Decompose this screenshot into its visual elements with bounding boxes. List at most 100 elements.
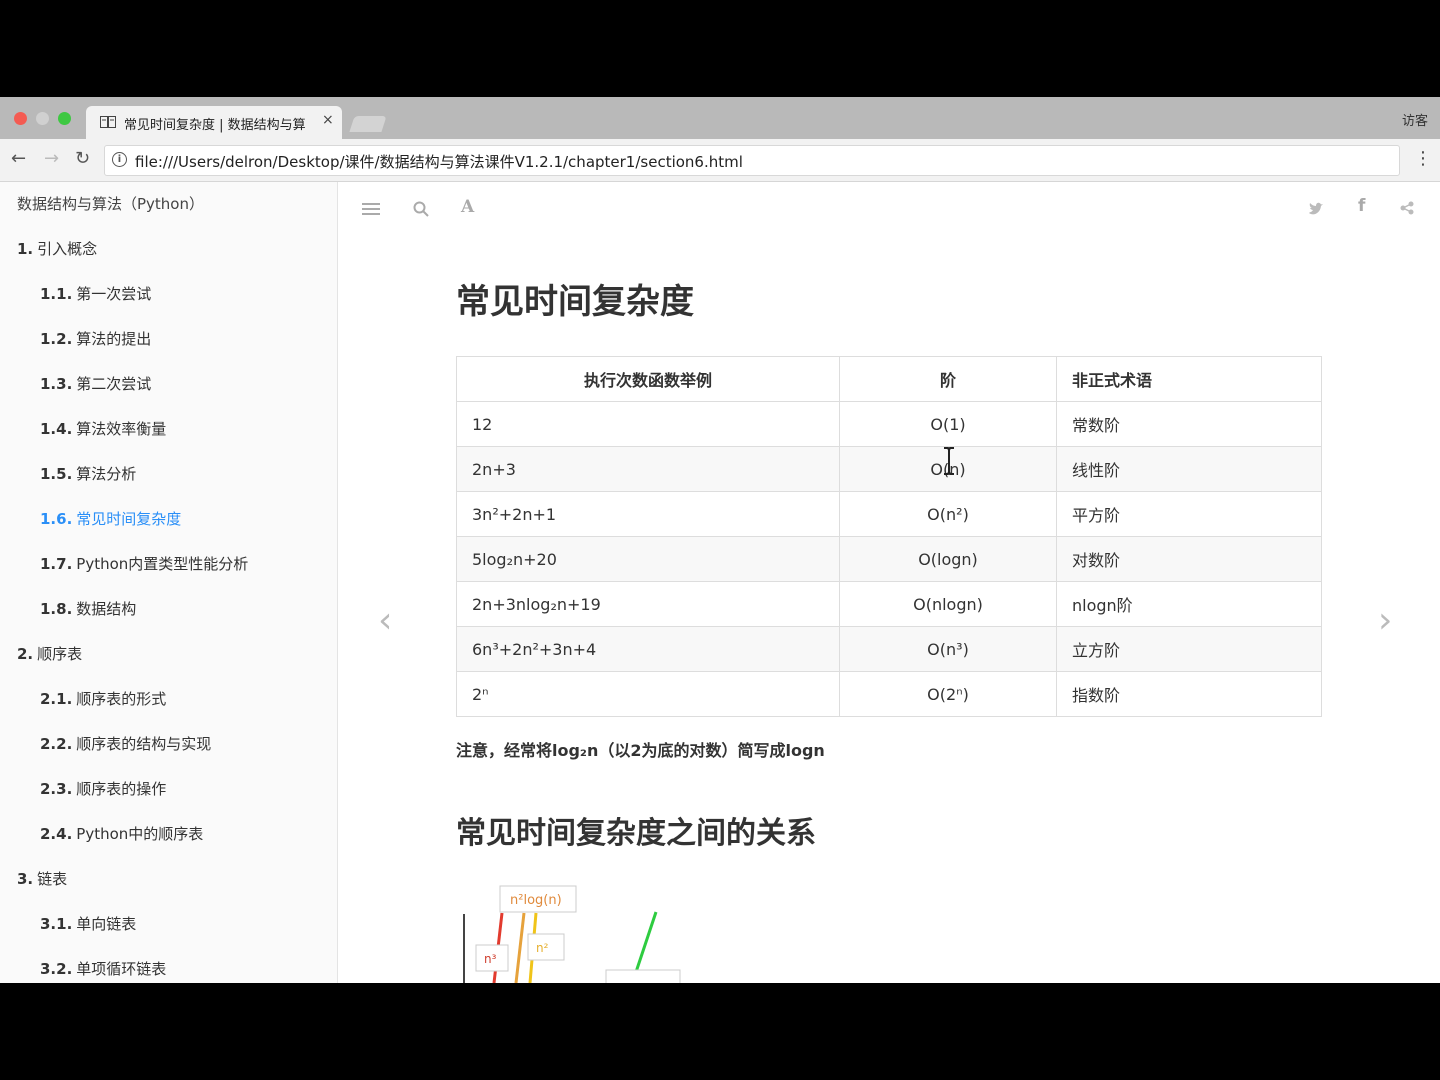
figure-label-n3: n³ — [484, 952, 497, 966]
tab-close-icon[interactable]: × — [322, 112, 334, 128]
toc-item-label: 算法的提出 — [76, 330, 152, 348]
toc-item[interactable]: 2.2. 顺序表的结构与实现 — [40, 733, 211, 754]
text-cursor-icon — [944, 447, 954, 475]
toc-item-label: 常见时间复杂度 — [76, 510, 182, 528]
toc-item-label: 算法效率衡量 — [76, 420, 167, 438]
figure-label-box — [605, 969, 681, 983]
table-cell-example: 2ⁿ — [456, 671, 840, 717]
zoom-window-button[interactable] — [58, 112, 71, 125]
note-text: 注意，经常将log₂n（以2为底的对数）简写成logn — [456, 741, 825, 760]
toc-item-number: 1.3. — [40, 375, 73, 393]
table-row: 2n+3nlog₂n+19 O(nlogn) nlogn阶 — [456, 581, 1322, 627]
facebook-icon[interactable]: f — [1358, 196, 1365, 216]
guest-profile-label[interactable]: 访客 — [1402, 110, 1428, 129]
toc-item[interactable]: 3.1. 单向链表 — [40, 913, 136, 934]
new-tab-button[interactable] — [349, 116, 387, 132]
toc-item-number: 1.4. — [40, 420, 73, 438]
toc-item[interactable]: 1.3. 第二次尝试 — [40, 373, 151, 394]
forward-arrow-icon[interactable]: → — [44, 148, 59, 169]
toc-item-number: 2.1. — [40, 690, 73, 708]
table-cell-example: 2n+3 — [456, 446, 840, 492]
toc-item-label: Python内置类型性能分析 — [76, 555, 249, 573]
table-row: 6n³+2n²+3n+4 O(n³) 立方阶 — [456, 626, 1322, 672]
toc-item-number: 2. — [17, 645, 34, 663]
toc-item[interactable]: 1.6. 常见时间复杂度 — [40, 508, 181, 529]
back-arrow-icon[interactable]: ← — [11, 148, 26, 169]
toc-item[interactable]: 3. 链表 — [17, 868, 67, 889]
table-header-row: 执行次数函数举例 阶 非正式术语 — [456, 356, 1322, 402]
url-text[interactable]: file:///Users/delron/Desktop/课件/数据结构与算法课… — [135, 151, 743, 172]
table-cell-example: 2n+3nlog₂n+19 — [456, 581, 840, 627]
toc-item[interactable]: 3.2. 单项循环链表 — [40, 958, 166, 979]
search-icon[interactable] — [413, 201, 429, 217]
toc-item[interactable]: 1. 引入概念 — [17, 238, 97, 259]
toc-item[interactable]: 1.2. 算法的提出 — [40, 328, 151, 349]
column-header: 非正式术语 — [1056, 356, 1322, 402]
complexity-relation-figure: n²log(n) n³ n² — [463, 885, 681, 983]
previous-page-arrow-icon[interactable]: ‹ — [378, 600, 392, 641]
reload-icon[interactable]: ↻ — [75, 148, 90, 169]
toc-item-label: 第一次尝试 — [76, 285, 152, 303]
toc-sidebar: 数据结构与算法（Python） 1. 引入概念 1.1. 第一次尝试 1.2. 算法的提出… — [0, 182, 338, 983]
close-window-button[interactable] — [14, 112, 27, 125]
table-cell-example: 3n²+2n+1 — [456, 491, 840, 537]
table-row: 12 O(1) 常数阶 — [456, 401, 1322, 447]
toc-item-number: 1.7. — [40, 555, 73, 573]
table-cell-example: 6n³+2n²+3n+4 — [456, 626, 840, 672]
browser-menu-icon[interactable]: ⋮ — [1414, 148, 1432, 169]
toc-item-label: 顺序表的操作 — [76, 780, 167, 798]
table-cell-term: 平方阶 — [1056, 491, 1322, 537]
toc-item-label: Python中的顺序表 — [76, 825, 204, 843]
next-page-arrow-icon[interactable]: › — [1378, 600, 1392, 641]
toc-item[interactable]: 1.4. 算法效率衡量 — [40, 418, 166, 439]
share-icon[interactable] — [1400, 201, 1414, 215]
table-cell-term: nlogn阶 — [1056, 581, 1322, 627]
table-cell-term: 常数阶 — [1056, 401, 1322, 447]
toc-item-label: 单向链表 — [76, 915, 137, 933]
font-icon[interactable]: A — [461, 197, 474, 217]
page-title: 常见时间复杂度 — [456, 282, 694, 322]
toc-item[interactable]: 1.8. 数据结构 — [40, 598, 136, 619]
toc-item-number: 3.1. — [40, 915, 73, 933]
main-content: A f ‹ › 常见时间复杂度 执行次数函数举例 阶 非正式术语 12 O(1) 常… — [338, 182, 1440, 983]
figure-label-nlogn: n²log(n) — [510, 893, 562, 908]
toc-item[interactable]: 1.5. 算法分析 — [40, 463, 136, 484]
minimize-window-button[interactable] — [36, 112, 49, 125]
toc-item[interactable]: 2.4. Python中的顺序表 — [40, 823, 203, 844]
table-cell-term: 线性阶 — [1056, 446, 1322, 492]
toc-item-label: 数据结构 — [76, 600, 137, 618]
toc-item-label: 顺序表的结构与实现 — [76, 735, 212, 753]
toc-item[interactable]: 1.7. Python内置类型性能分析 — [40, 553, 248, 574]
table-cell-example: 5log₂n+20 — [456, 536, 840, 582]
table-cell-order: O(nlogn) — [839, 581, 1057, 627]
book-title[interactable]: 数据结构与算法（Python） — [17, 193, 204, 214]
tab-bar: 常见时间复杂度 | 数据结构与算 × 访客 — [0, 97, 1440, 139]
table-cell-term: 对数阶 — [1056, 536, 1322, 582]
info-icon[interactable]: i — [112, 152, 127, 167]
browser-tab[interactable]: 常见时间复杂度 | 数据结构与算 × — [86, 106, 342, 139]
twitter-icon[interactable] — [1308, 202, 1324, 216]
toc-item-number: 1. — [17, 240, 34, 258]
tab-title: 常见时间复杂度 | 数据结构与算 — [124, 118, 306, 133]
toc-item[interactable]: 2. 顺序表 — [17, 643, 82, 664]
table-cell-order: O(logn) — [839, 536, 1057, 582]
table-cell-order: O(n³) — [839, 626, 1057, 672]
figure-curve-orange — [514, 912, 526, 983]
toc-item[interactable]: 1.1. 第一次尝试 — [40, 283, 151, 304]
address-bar[interactable]: i file:///Users/delron/Desktop/课件/数据结构与算… — [104, 145, 1400, 176]
table-cell-order: O(2ⁿ) — [839, 671, 1057, 717]
toc-item-label: 链表 — [37, 870, 68, 888]
toc-item[interactable]: 2.1. 顺序表的形式 — [40, 688, 166, 709]
toc-item-number: 2.3. — [40, 780, 73, 798]
table-row: 3n²+2n+1 O(n²) 平方阶 — [456, 491, 1322, 537]
toc-item-number: 1.5. — [40, 465, 73, 483]
menu-icon[interactable] — [362, 202, 380, 216]
table-cell-term: 立方阶 — [1056, 626, 1322, 672]
toc-item[interactable]: 2.3. 顺序表的操作 — [40, 778, 166, 799]
column-header: 执行次数函数举例 — [456, 356, 840, 402]
toc-item-number: 1.2. — [40, 330, 73, 348]
toc-item-number: 3.2. — [40, 960, 73, 978]
table-row: 5log₂n+20 O(logn) 对数阶 — [456, 536, 1322, 582]
column-header: 阶 — [839, 356, 1057, 402]
toc-item-number: 2.4. — [40, 825, 73, 843]
